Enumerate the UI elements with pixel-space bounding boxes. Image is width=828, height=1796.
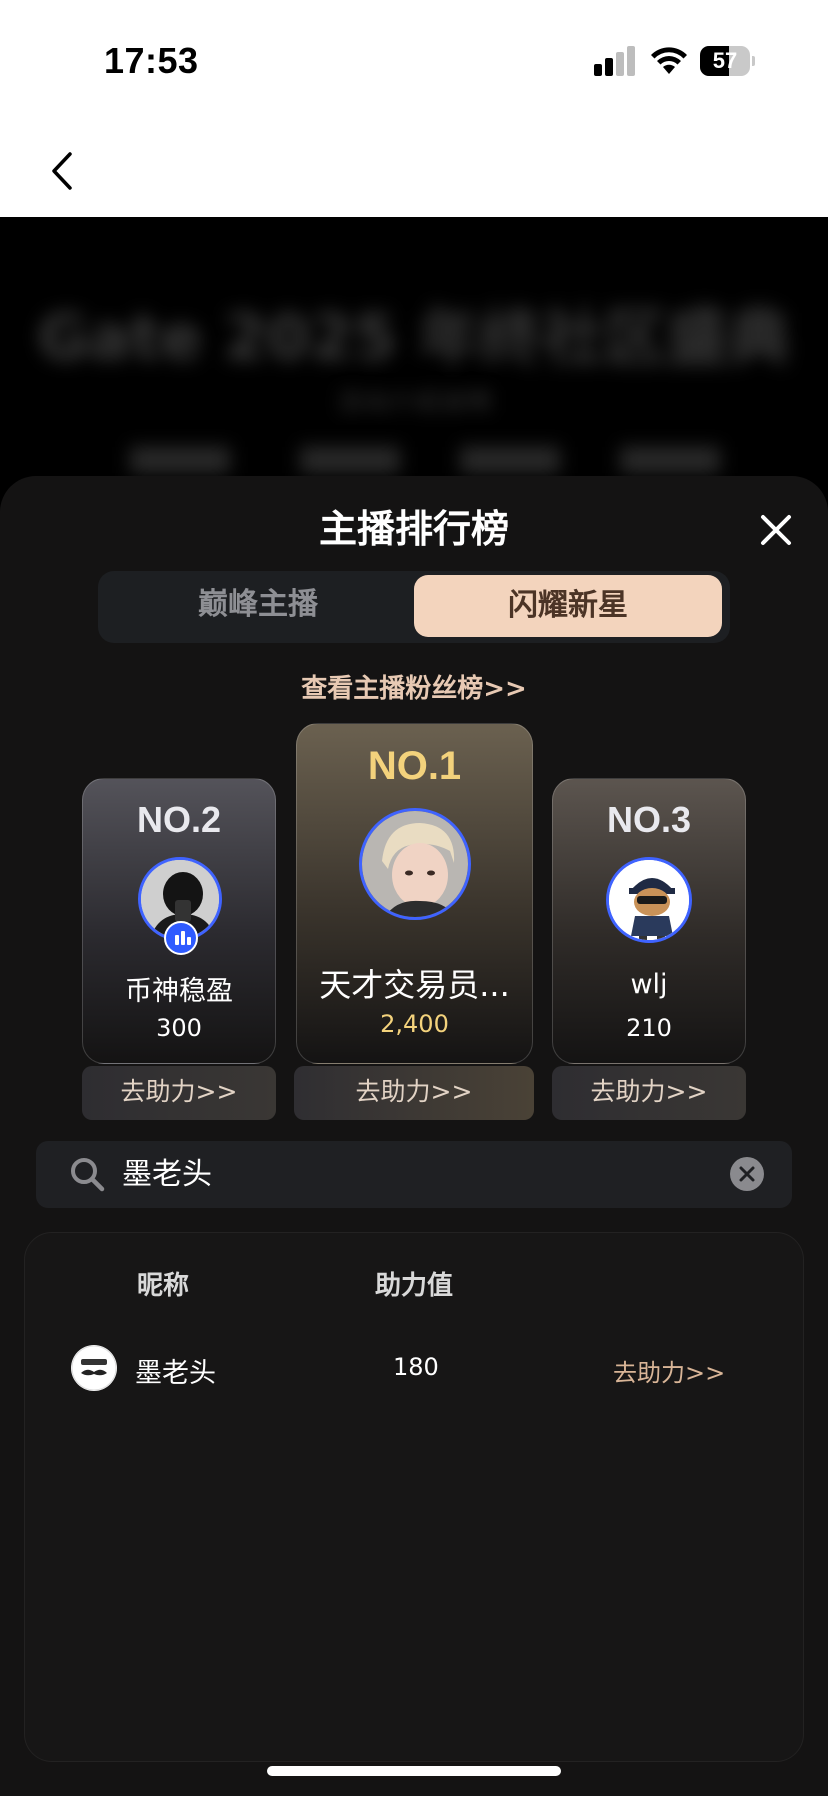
mustache-logo-icon	[71, 1345, 117, 1391]
search-results-panel: 昵称 助力值 墨老头 180 去助力>>	[24, 1232, 804, 1762]
streamer-score: 210	[626, 1014, 672, 1042]
streamer-name: 天才交易员...	[319, 966, 510, 1004]
row-help-button[interactable]: 去助力>>	[613, 1353, 725, 1388]
streamer-photo-icon	[362, 811, 468, 917]
table-row: 墨老头 180 去助力>>	[25, 1333, 805, 1403]
sheet-title: 主播排行榜	[318, 507, 509, 551]
tab-peak-streamers[interactable]: 巅峰主播	[98, 571, 418, 643]
help-button-rank-3[interactable]: 去助力>>	[552, 1066, 746, 1120]
close-icon[interactable]	[758, 512, 794, 548]
background-page: Gate 2025 年终社区盛典 活动介绍说明	[0, 217, 828, 497]
podium-card-rank-3[interactable]: NO.3 wlj 210	[552, 778, 746, 1064]
tab-switcher: 巅峰主播 闪耀新星	[98, 571, 730, 643]
help-button-rank-2[interactable]: 去助力>>	[82, 1066, 276, 1120]
streamer-name: 币神稳盈	[125, 976, 233, 1007]
rank-label: NO.2	[136, 799, 222, 840]
background-tabs	[120, 447, 720, 477]
tab-rising-stars[interactable]: 闪耀新星	[414, 575, 722, 637]
background-subtitle: 活动介绍说明	[335, 388, 492, 418]
cartoon-character-icon	[609, 860, 689, 940]
avatar[interactable]	[606, 857, 692, 943]
avatar	[71, 1345, 117, 1391]
search-input[interactable]: 墨老头	[122, 1141, 682, 1208]
column-header-nickname: 昵称	[137, 1271, 190, 1301]
column-header-help-value: 助力值	[375, 1271, 454, 1301]
row-nickname: 墨老头	[135, 1358, 216, 1389]
rank-label: NO.1	[367, 744, 462, 788]
clear-search-icon[interactable]	[730, 1157, 764, 1191]
help-button-rank-1[interactable]: 去助力>>	[294, 1066, 534, 1120]
ranking-sheet: 主播排行榜 巅峰主播 闪耀新星 查看主播粉丝榜>> NO.2 币神稳盈 300 …	[0, 476, 828, 1796]
home-indicator[interactable]	[267, 1766, 561, 1776]
fans-ranking-link[interactable]: 查看主播粉丝榜>>	[0, 668, 828, 705]
search-icon	[71, 1158, 105, 1192]
avatar[interactable]	[359, 808, 471, 920]
battery-level: 57	[712, 48, 738, 73]
live-streaming-icon	[164, 921, 198, 955]
streamer-name: wlj	[630, 969, 668, 1000]
wifi-icon	[651, 47, 687, 74]
battery-icon: 57	[700, 46, 755, 76]
streamer-score: 2,400	[380, 1010, 449, 1038]
rank-label: NO.3	[606, 799, 692, 840]
streamer-score: 300	[156, 1014, 202, 1042]
status-bar: 17:53 57	[0, 0, 828, 217]
podium-card-rank-2[interactable]: NO.2 币神稳盈 300	[82, 778, 276, 1064]
search-bar: 墨老头	[36, 1141, 792, 1208]
cellular-signal-icon	[594, 46, 636, 76]
status-time: 17:53	[104, 40, 199, 81]
row-help-value: 180	[393, 1353, 439, 1381]
background-title: Gate 2025 年终社区盛典	[37, 301, 791, 374]
back-chevron-icon[interactable]	[44, 148, 84, 194]
podium-card-rank-1[interactable]: NO.1 天才交易员... 2,400	[296, 723, 533, 1064]
